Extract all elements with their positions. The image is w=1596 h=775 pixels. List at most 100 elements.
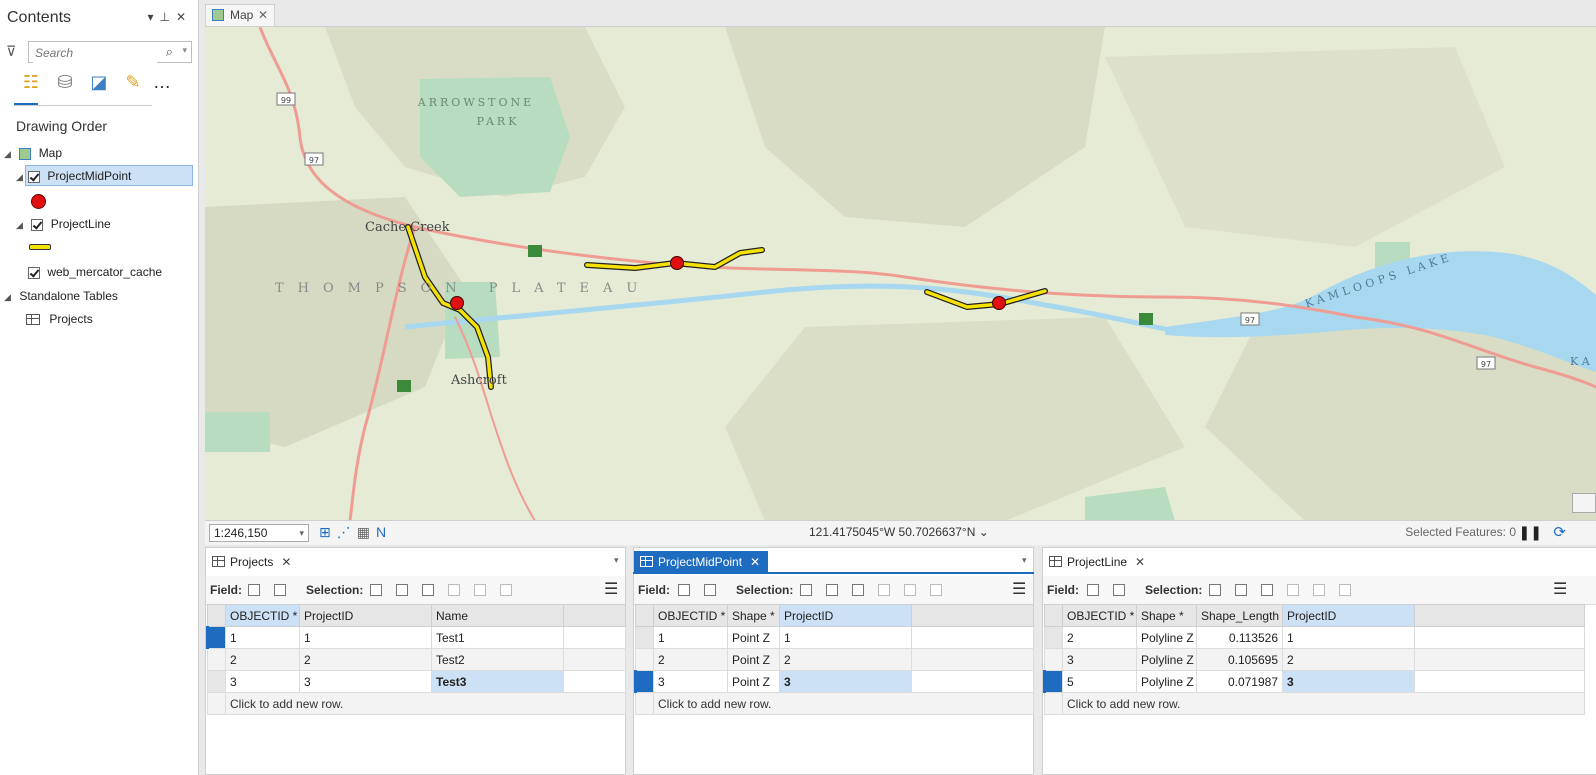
row-header[interactable]	[634, 670, 654, 693]
project-midpoint-2[interactable]	[670, 256, 684, 270]
selection-view-icon[interactable]: ◪	[82, 72, 116, 93]
column-header[interactable]: ProjectID	[1282, 604, 1415, 627]
field-view-icon[interactable]	[704, 584, 716, 596]
select-by-attributes-icon[interactable]	[1209, 584, 1221, 596]
search-dropdown-icon[interactable]: ▾	[182, 45, 187, 56]
table-cell[interactable]: 0.105695	[1196, 648, 1283, 671]
table-cell[interactable]: Test2	[431, 648, 564, 671]
table-cell[interactable]: 5	[1062, 670, 1137, 693]
switch-selection-icon[interactable]	[422, 584, 434, 596]
field-view-icon[interactable]	[1113, 584, 1125, 596]
row-header[interactable]	[635, 626, 654, 649]
scale-selector[interactable]: 1:246,150 ▾	[209, 524, 309, 542]
editing-pencil-icon[interactable]: ✎	[116, 72, 150, 93]
row-header[interactable]	[1044, 648, 1063, 671]
select-by-attributes-icon[interactable]	[800, 584, 812, 596]
table-row[interactable]: 3 Point Z3	[634, 670, 1034, 693]
table-menu-icon[interactable]: ☰	[1553, 576, 1567, 604]
table-cell[interactable]: Point Z	[727, 648, 780, 671]
column-header[interactable]: Shape *	[1136, 604, 1197, 627]
column-header[interactable]: ProjectID	[779, 604, 912, 627]
snapping-icon[interactable]: ⋰	[337, 524, 357, 540]
table-cell[interactable]: 2	[225, 648, 300, 671]
table-cell[interactable]: 3	[653, 670, 728, 693]
table-cell[interactable]: 0.071987	[1196, 670, 1283, 693]
zoom-to-selection-icon[interactable]	[396, 584, 408, 596]
pin-icon[interactable]: ⊥	[159, 10, 175, 24]
table-cell[interactable]: 1	[299, 626, 432, 649]
drawing-order-icon[interactable]: ☷	[14, 72, 48, 93]
row-header[interactable]	[207, 648, 226, 671]
table-cell[interactable]: 3	[299, 670, 432, 693]
add-field-icon[interactable]	[1087, 584, 1099, 596]
table-row[interactable]: 1 1 Test1	[206, 626, 626, 649]
tree-item-projectmidpoint[interactable]: ProjectMidPoint	[25, 165, 193, 186]
map-overview-icon[interactable]	[1572, 493, 1596, 513]
refresh-icon[interactable]: ⟳	[1553, 523, 1566, 541]
line-symbol-icon[interactable]	[29, 244, 51, 250]
table-cell-selected[interactable]: 3	[779, 670, 912, 693]
column-header[interactable]: OBJECTID *	[653, 604, 728, 627]
add-field-icon[interactable]	[248, 584, 260, 596]
add-field-icon[interactable]	[678, 584, 690, 596]
table-row[interactable]: 3 3 Test3	[207, 670, 626, 693]
north-arrow-icon[interactable]: N	[376, 524, 392, 540]
table-cell[interactable]: 2	[653, 648, 728, 671]
close-icon[interactable]: ✕	[258, 5, 268, 25]
tree-item-web-mercator-cache[interactable]: web_mercator_cache	[28, 261, 162, 283]
table-cell[interactable]: 3	[1062, 648, 1137, 671]
table-menu-icon[interactable]: ☰	[604, 576, 618, 604]
table-cell[interactable]: 2	[1282, 648, 1415, 671]
layer-visibility-checkbox[interactable]	[28, 170, 40, 183]
project-midpoint-1[interactable]	[450, 296, 464, 310]
row-header[interactable]	[1043, 670, 1063, 693]
search-icon[interactable]: ⌕	[166, 44, 173, 60]
chevron-down-icon[interactable]: ▾	[299, 525, 304, 541]
tab-projectmidpoint[interactable]: ProjectMidPoint ✕	[634, 551, 768, 573]
tab-projects[interactable]: Projects ✕	[206, 551, 296, 573]
row-header[interactable]	[1044, 626, 1063, 649]
tab-map[interactable]: Map ✕	[205, 4, 275, 26]
table-cell[interactable]: 1	[653, 626, 728, 649]
contents-search[interactable]: ⌕ ▾	[28, 41, 192, 63]
column-header[interactable]: OBJECTID *	[225, 604, 300, 627]
expand-caret-icon[interactable]: ◢	[4, 286, 16, 308]
table-cell[interactable]: 1	[779, 626, 912, 649]
table-cell-selected[interactable]: 3	[1282, 670, 1415, 693]
expand-caret-icon[interactable]: ◢	[16, 214, 28, 236]
coordinate-readout[interactable]: 121.4175045°W 50.7026637°N ⌄	[809, 525, 989, 539]
table-row[interactable]: 1 Point Z1	[635, 626, 1034, 649]
tree-item-map[interactable]: ◢ Map	[4, 142, 62, 164]
table-row[interactable]: 3 Polyline Z 0.105695 2	[1044, 648, 1585, 671]
map-view[interactable]: 99 97 97 97 ARROWSTONE PARK Cache Creek …	[205, 26, 1596, 521]
point-symbol-icon[interactable]	[31, 194, 46, 209]
table-cell[interactable]: Polyline Z	[1136, 648, 1197, 671]
table-cell[interactable]: Polyline Z	[1136, 670, 1197, 693]
table-cell[interactable]: 1	[1282, 626, 1415, 649]
chevron-down-icon[interactable]: ▾	[1022, 555, 1027, 566]
switch-selection-icon[interactable]	[1261, 584, 1273, 596]
table-row[interactable]: 2 2 Test2	[207, 648, 626, 671]
zoom-to-selection-icon[interactable]	[1235, 584, 1247, 596]
selected-features[interactable]: Selected Features: 0	[1405, 525, 1516, 539]
table-cell[interactable]: 0.113526	[1196, 626, 1283, 649]
add-row[interactable]: Click to add new row.	[207, 692, 626, 715]
table-cell[interactable]: 2	[299, 648, 432, 671]
table-row[interactable]: 2 Point Z2	[635, 648, 1034, 671]
close-icon[interactable]: ✕	[1135, 555, 1145, 569]
row-header[interactable]	[206, 626, 226, 649]
table-row[interactable]: 5 Polyline Z 0.071987 3	[1043, 670, 1585, 693]
table-cell[interactable]: 1	[225, 626, 300, 649]
project-midpoint-3[interactable]	[992, 296, 1006, 310]
pause-icon[interactable]: ❚❚	[1519, 524, 1542, 541]
add-row-prompt[interactable]: Click to add new row.	[1062, 692, 1585, 715]
column-header[interactable]: Name	[431, 604, 564, 627]
table-cell[interactable]: Point Z	[727, 670, 780, 693]
table-cell[interactable]: 2	[1062, 626, 1137, 649]
tab-projectline[interactable]: ProjectLine ✕	[1043, 551, 1153, 573]
more-icon[interactable]: …	[150, 72, 174, 93]
switch-selection-icon[interactable]	[852, 584, 864, 596]
field-view-icon[interactable]	[274, 584, 286, 596]
table-row[interactable]: 2 Polyline Z 0.113526 1	[1044, 626, 1585, 649]
add-row-prompt[interactable]: Click to add new row.	[225, 692, 626, 715]
